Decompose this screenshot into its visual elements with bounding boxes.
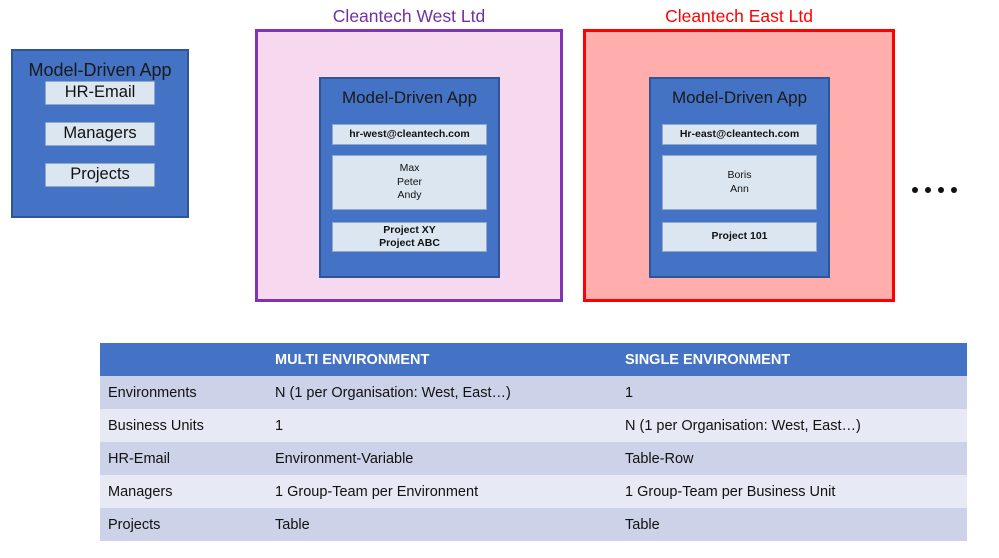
manager-name: Peter: [396, 175, 423, 188]
table-row: Business Units 1 N (1 per Organisation: …: [100, 409, 967, 442]
app-title: Model-Driven App: [341, 88, 478, 107]
ellipsis-dot: [951, 187, 957, 193]
row-label: Environments: [100, 376, 267, 409]
row-label: Projects: [100, 508, 267, 541]
model-driven-app-west: Model-Driven App hr-west@cleantech.com M…: [319, 77, 500, 278]
manager-name: Andy: [397, 189, 422, 202]
table-header-corner: [100, 343, 267, 376]
app-component-label: Managers: [63, 124, 137, 143]
organisation-container-west: Cleantech West Ltd Model-Driven App hr-w…: [255, 6, 563, 302]
cell-single: Table-Row: [617, 442, 967, 475]
app-title: Model-Driven App: [28, 60, 172, 80]
app-title: Model-Driven App: [671, 88, 808, 107]
app-component-label: Projects: [70, 165, 130, 184]
hr-email-text: Hr-east@cleantech.com: [679, 127, 800, 140]
cell-single: Table: [617, 508, 967, 541]
cell-single: N (1 per Organisation: West, East…): [617, 409, 967, 442]
projects-list-west[interactable]: Project XY Project ABC: [332, 222, 487, 252]
app-component-managers[interactable]: Managers: [45, 122, 155, 146]
table-header-single-environment: SINGLE ENVIRONMENT: [617, 343, 967, 376]
table-header-multi-environment: MULTI ENVIRONMENT: [267, 343, 617, 376]
cell-single: 1: [617, 376, 967, 409]
managers-list-east[interactable]: Boris Ann: [662, 155, 817, 210]
cell-multi: Table: [267, 508, 617, 541]
model-driven-app-east: Model-Driven App Hr-east@cleantech.com B…: [649, 77, 830, 278]
project-name: Project ABC: [379, 237, 440, 249]
organisation-container-east: Cleantech East Ltd Model-Driven App Hr-e…: [583, 6, 895, 302]
row-label: Managers: [100, 475, 267, 508]
app-component-projects[interactable]: Projects: [45, 163, 155, 187]
hr-email-value-west[interactable]: hr-west@cleantech.com: [332, 124, 487, 145]
projects-list-east[interactable]: Project 101: [662, 222, 817, 252]
row-label: Business Units: [100, 409, 267, 442]
ellipsis-dot: [912, 187, 918, 193]
table-row: Managers 1 Group-Team per Environment 1 …: [100, 475, 967, 508]
standalone-model-driven-app: Model-Driven App HR-Email Managers Proje…: [11, 49, 189, 218]
more-organisations-ellipsis-icon: [912, 187, 957, 193]
cell-single: 1 Group-Team per Business Unit: [617, 475, 967, 508]
hr-email-text: hr-west@cleantech.com: [349, 127, 470, 140]
project-name: Project 101: [711, 230, 768, 243]
table-row: Environments N (1 per Organisation: West…: [100, 376, 967, 409]
row-label: HR-Email: [100, 442, 267, 475]
ellipsis-dot: [938, 187, 944, 193]
table-row: HR-Email Environment-Variable Table-Row: [100, 442, 967, 475]
manager-name: Boris: [727, 169, 752, 182]
app-component-label: HR-Email: [64, 83, 136, 102]
cell-multi: Environment-Variable: [267, 442, 617, 475]
cell-multi: 1: [267, 409, 617, 442]
table-row: Projects Table Table: [100, 508, 967, 541]
hr-email-value-east[interactable]: Hr-east@cleantech.com: [662, 124, 817, 145]
table-header-row: MULTI ENVIRONMENT SINGLE ENVIRONMENT: [100, 343, 967, 376]
ellipsis-dot: [925, 187, 931, 193]
cell-multi: 1 Group-Team per Environment: [267, 475, 617, 508]
manager-name: Max: [399, 162, 420, 175]
comparison-table: MULTI ENVIRONMENT SINGLE ENVIRONMENT Env…: [100, 343, 967, 541]
managers-list-west[interactable]: Max Peter Andy: [332, 155, 487, 210]
organisation-title-east: Cleantech East Ltd: [665, 6, 813, 26]
organisation-title-west: Cleantech West Ltd: [332, 6, 486, 26]
project-name: Project XY: [383, 223, 436, 236]
cell-multi: N (1 per Organisation: West, East…): [267, 376, 617, 409]
manager-name: Ann: [730, 182, 749, 195]
app-component-hr-email[interactable]: HR-Email: [45, 81, 155, 105]
